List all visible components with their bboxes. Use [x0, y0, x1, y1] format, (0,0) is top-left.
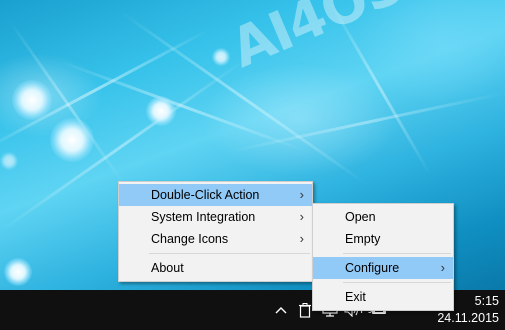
menu-item-system-integration[interactable]: System Integration ›: [119, 206, 312, 228]
menu-item-label: Double-Click Action: [151, 188, 260, 202]
submenu-arrow-icon: ›: [299, 187, 304, 202]
menu-item-change-icons[interactable]: Change Icons ›: [119, 228, 312, 250]
light-glow: [146, 96, 176, 126]
light-glow: [0, 152, 18, 170]
menu-item-label: About: [151, 261, 184, 275]
menu-item-label: Empty: [345, 232, 381, 246]
tray-context-menu: Open Empty Configure › Exit: [312, 203, 454, 311]
light-glow: [12, 80, 52, 120]
menu-item-exit[interactable]: Exit: [313, 286, 453, 308]
main-context-menu: Double-Click Action › System Integration…: [118, 181, 313, 282]
menu-item-empty[interactable]: Empty: [313, 228, 453, 250]
wallpaper-fiber: [59, 60, 305, 152]
wallpaper-fiber: [229, 91, 505, 153]
light-glow: [4, 258, 32, 286]
menu-item-about[interactable]: About: [119, 257, 312, 279]
watermark: AI4OS.RU: [222, 0, 505, 80]
menu-item-configure[interactable]: Configure ›: [313, 257, 453, 279]
menu-separator: [343, 282, 451, 283]
submenu-arrow-icon: ›: [299, 209, 304, 224]
menu-item-double-click-action[interactable]: Double-Click Action ›: [119, 184, 312, 206]
menu-item-label: Exit: [345, 290, 366, 304]
menu-item-label: System Integration: [151, 210, 256, 224]
submenu-arrow-icon: ›: [440, 260, 445, 275]
menu-separator: [149, 253, 310, 254]
menu-separator: [343, 253, 451, 254]
submenu-arrow-icon: ›: [299, 231, 304, 246]
menu-item-label: Configure: [345, 261, 400, 275]
menu-item-label: Open: [345, 210, 376, 224]
chevron-up-icon[interactable]: [272, 298, 290, 322]
menu-item-label: Change Icons: [151, 232, 229, 246]
light-glow: [50, 118, 94, 162]
clock-date: 24.11.2015: [437, 311, 499, 325]
menu-item-open[interactable]: Open: [313, 206, 453, 228]
light-glow: [212, 48, 230, 66]
